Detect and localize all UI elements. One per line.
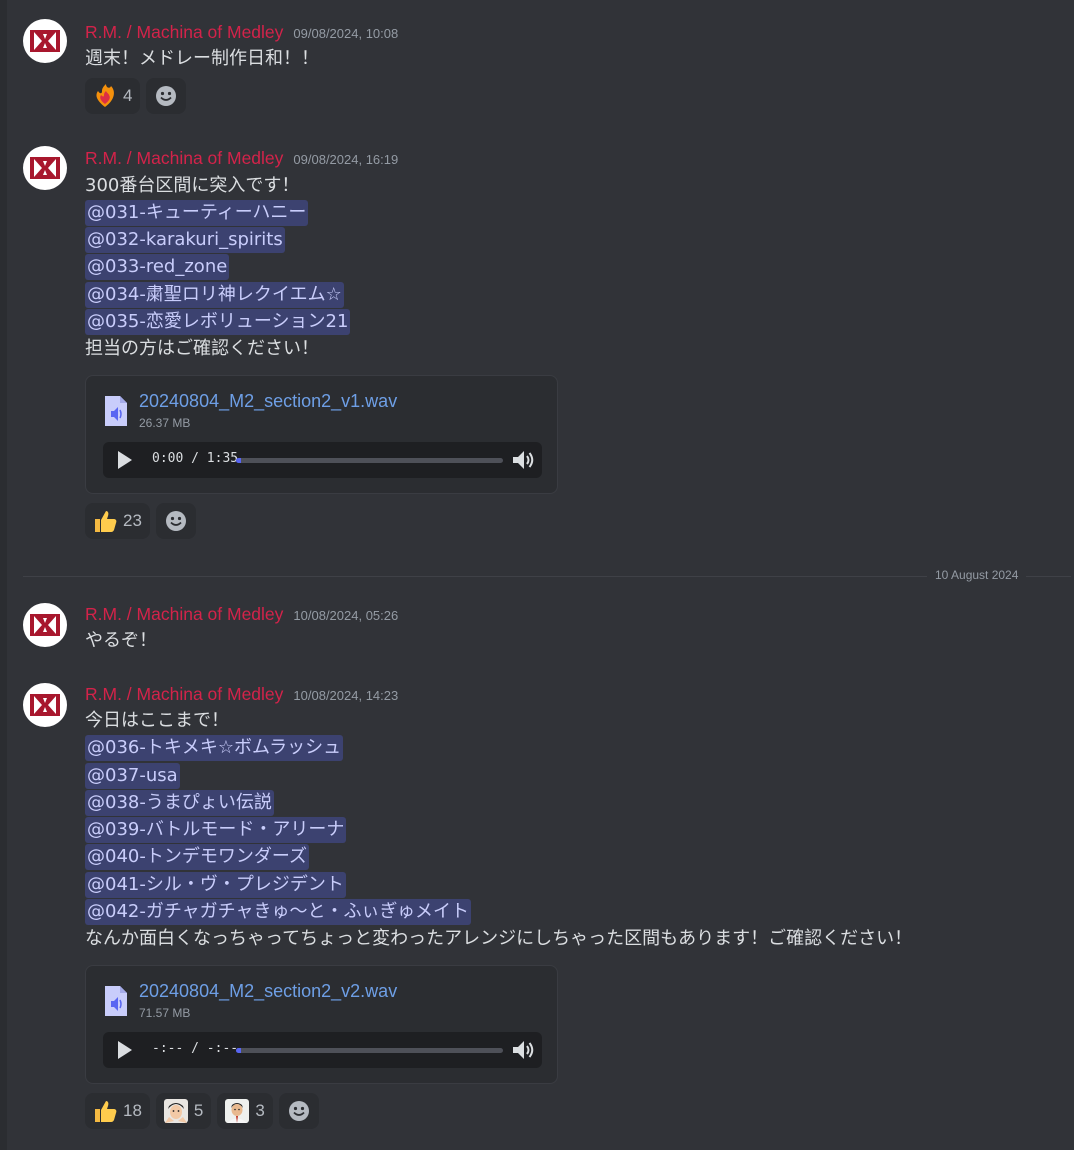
role-mention[interactable]: @042-ガチャガチャきゅ～と・ふぃぎゅメイト <box>85 899 471 925</box>
message-header: R.M. / Machina of Medley 09/08/2024, 10:… <box>85 22 398 43</box>
custom-face-icon <box>163 1099 188 1123</box>
role-mention[interactable]: @037-usa <box>85 763 180 789</box>
message-line: @040-トンデモワンダーズ <box>85 844 309 870</box>
reaction-thumbs-up[interactable]: 18 <box>85 1093 150 1129</box>
message-line: @041-シル・ヴ・プレジデント <box>85 872 346 898</box>
username[interactable]: R.M. / Machina of Medley <box>85 684 283 705</box>
role-mention[interactable]: @031-キューティーハニー <box>85 200 309 226</box>
audio-attachment: 20240804_M2_section2_v1.wav 26.37 MB 0:0… <box>85 375 558 494</box>
reaction-count: 18 <box>123 1101 142 1120</box>
reaction-custom-face-b[interactable]: 3 <box>217 1093 273 1129</box>
role-mention[interactable]: @038-うまぴょい伝説 <box>85 790 274 816</box>
message-text: 300番台区間に突入です！ <box>85 175 300 196</box>
attachment-filename[interactable]: 20240804_M2_section2_v2.wav <box>139 981 397 1002</box>
reactions-bar: 4 <box>85 78 187 114</box>
timestamp[interactable]: 10/08/2024, 05:26 <box>293 608 398 623</box>
message-line: @034-粛聖ロリ神レクイエム☆ <box>85 282 344 308</box>
smiley-icon <box>165 511 186 531</box>
message-line: @037-usa <box>85 763 180 789</box>
role-mention[interactable]: @035-恋愛レボリューション21 <box>85 309 351 335</box>
message-text: 週末！メドレー制作日和！！ <box>85 48 319 69</box>
message-line: @038-うまぴょい伝説 <box>85 790 274 816</box>
role-mention[interactable]: @040-トンデモワンダーズ <box>85 844 309 870</box>
timestamp[interactable]: 09/08/2024, 16:19 <box>293 152 398 167</box>
reaction-thumbs-up[interactable]: 23 <box>85 503 150 539</box>
add-reaction-button[interactable] <box>278 1093 319 1129</box>
play-icon[interactable] <box>114 1040 134 1060</box>
role-mention[interactable]: @034-粛聖ロリ神レクイエム☆ <box>85 282 344 308</box>
audio-player: -:-- / -:-- <box>103 1032 542 1068</box>
thumbs-up-icon <box>95 1101 117 1122</box>
message-header: R.M. / Machina of Medley 10/08/2024, 14:… <box>85 684 398 705</box>
username[interactable]: R.M. / Machina of Medley <box>85 22 283 43</box>
message-text: 担当の方はご確認ください！ <box>85 338 319 359</box>
audio-progress-bar[interactable] <box>236 1048 503 1053</box>
avatar[interactable] <box>23 19 67 63</box>
fire-heart-icon <box>96 84 114 107</box>
message-line: @032-karakuri_spirits <box>85 227 285 253</box>
reactions-bar: 18 5 3 <box>85 1093 319 1129</box>
attachment-size: 26.37 MB <box>139 416 191 430</box>
reaction-fire-heart[interactable]: 4 <box>85 78 141 114</box>
username[interactable]: R.M. / Machina of Medley <box>85 148 283 169</box>
avatar[interactable] <box>23 146 67 190</box>
reaction-count: 23 <box>123 511 142 530</box>
add-reaction-button[interactable] <box>155 503 196 539</box>
message-header: R.M. / Machina of Medley 10/08/2024, 05:… <box>85 604 398 625</box>
reaction-count: 3 <box>255 1101 265 1120</box>
reaction-custom-face-a[interactable]: 5 <box>155 1093 212 1129</box>
timestamp[interactable]: 10/08/2024, 14:23 <box>293 688 398 703</box>
message-line: @031-キューティーハニー <box>85 200 309 226</box>
volume-icon[interactable] <box>511 448 535 472</box>
audio-file-icon <box>105 396 127 426</box>
left-edge-strip <box>0 0 7 1150</box>
message-text: やるぞ！ <box>85 630 157 651</box>
smiley-icon <box>156 86 177 106</box>
reactions-bar: 23 <box>85 503 196 539</box>
avatar[interactable] <box>23 603 67 647</box>
date-divider-label: 10 August 2024 <box>927 568 1027 582</box>
audio-time: 0:00 / 1:35 <box>152 451 239 466</box>
role-mention[interactable]: @039-バトルモード・アリーナ <box>85 817 347 843</box>
audio-player: 0:00 / 1:35 <box>103 442 542 478</box>
volume-icon[interactable] <box>511 1038 535 1062</box>
message-text: なんか面白くなっちゃってちょっと変わったアレンジにしちゃった区間もあります！ご確… <box>85 928 913 949</box>
role-mention[interactable]: @033-red_zone <box>85 254 230 280</box>
avatar[interactable] <box>23 683 67 727</box>
smiley-icon <box>288 1101 309 1121</box>
message-text: 今日はここまで！ <box>85 710 229 731</box>
attachment-size: 71.57 MB <box>139 1006 191 1020</box>
play-icon[interactable] <box>114 450 134 470</box>
thumbs-up-icon <box>95 511 117 532</box>
reaction-count: 5 <box>193 1101 204 1120</box>
audio-attachment: 20240804_M2_section2_v2.wav 71.57 MB -:-… <box>85 965 558 1084</box>
username[interactable]: R.M. / Machina of Medley <box>85 604 283 625</box>
message-header: R.M. / Machina of Medley 09/08/2024, 16:… <box>85 148 398 169</box>
role-mention[interactable]: @032-karakuri_spirits <box>85 227 285 253</box>
audio-time: -:-- / -:-- <box>152 1041 239 1056</box>
message-line: @042-ガチャガチャきゅ～と・ふぃぎゅメイト <box>85 899 471 925</box>
message-line: @033-red_zone <box>85 254 230 280</box>
add-reaction-button[interactable] <box>146 78 187 114</box>
date-divider-line <box>23 576 1071 577</box>
role-mention[interactable]: @041-シル・ヴ・プレジデント <box>85 872 346 898</box>
message-line: @035-恋愛レボリューション21 <box>85 309 351 335</box>
role-mention[interactable]: @036-トキメキ☆ボムラッシュ <box>85 735 344 761</box>
message-line: @036-トキメキ☆ボムラッシュ <box>85 735 344 761</box>
timestamp[interactable]: 09/08/2024, 10:08 <box>293 26 398 41</box>
reaction-count: 4 <box>123 86 133 105</box>
message-line: @039-バトルモード・アリーナ <box>85 817 347 843</box>
custom-face-icon <box>225 1099 250 1123</box>
audio-file-icon <box>105 986 127 1016</box>
audio-progress-bar[interactable] <box>236 458 503 463</box>
attachment-filename[interactable]: 20240804_M2_section2_v1.wav <box>139 391 397 412</box>
